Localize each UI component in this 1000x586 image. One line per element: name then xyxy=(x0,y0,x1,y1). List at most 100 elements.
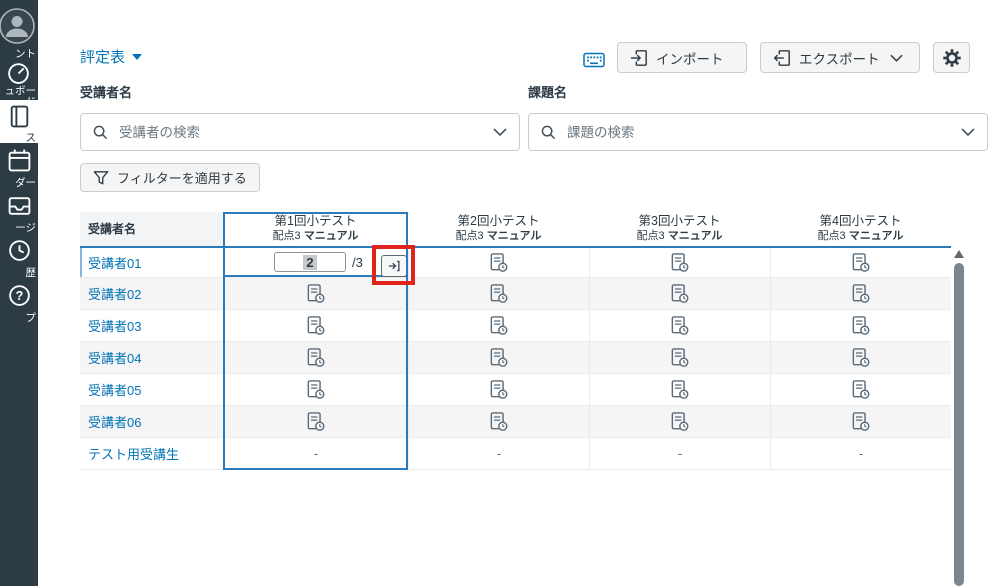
table-row: 受講者06 xyxy=(80,406,951,438)
grade-cell-editing[interactable]: 2 /3 xyxy=(223,245,415,285)
grade-cell[interactable]: - xyxy=(770,438,951,469)
grade-cell[interactable] xyxy=(589,374,770,405)
grade-cell[interactable] xyxy=(408,310,589,341)
grade-cell[interactable] xyxy=(589,310,770,341)
grade-detail-tray-button[interactable] xyxy=(381,255,407,277)
submission-pending-icon xyxy=(307,315,325,336)
grade-cell[interactable] xyxy=(770,248,951,277)
submission-pending-icon xyxy=(307,347,325,368)
gradebook-menu-button[interactable]: 評定表 xyxy=(80,46,143,67)
table-row: 受講者03 xyxy=(80,310,951,342)
student-link[interactable]: 受講者04 xyxy=(80,342,223,373)
vertical-scrollbar xyxy=(954,250,964,586)
grade-cell[interactable] xyxy=(223,310,408,341)
import-button-label: インポート xyxy=(656,51,724,67)
history-icon xyxy=(7,238,32,263)
submission-pending-icon xyxy=(852,347,870,368)
grade-cell[interactable] xyxy=(223,374,408,405)
courses-icon xyxy=(7,104,32,129)
assignment-column-header-3[interactable]: 第3回小テスト 配点3 マニュアル xyxy=(589,212,770,246)
sidebar-item-history[interactable]: 歴 xyxy=(0,235,38,279)
grade-cell[interactable] xyxy=(589,342,770,373)
student-column-header[interactable]: 受講者名 xyxy=(80,212,223,246)
student-link[interactable]: 受講者01 xyxy=(80,248,223,277)
dashboard-icon xyxy=(6,60,31,85)
gear-icon xyxy=(942,48,962,68)
grade-cell[interactable] xyxy=(770,374,951,405)
chevron-down-icon[interactable] xyxy=(493,128,507,136)
student-link[interactable]: 受講者05 xyxy=(80,374,223,405)
apply-filter-button[interactable]: フィルターを適用する xyxy=(80,163,260,192)
grade-cell[interactable] xyxy=(223,406,408,437)
grade-cell[interactable] xyxy=(770,278,951,309)
submission-pending-icon xyxy=(490,411,508,432)
chevron-down-icon xyxy=(890,54,903,62)
submission-pending-icon xyxy=(307,379,325,400)
calendar-icon xyxy=(7,148,32,173)
submission-pending-icon xyxy=(671,252,689,273)
sidebar-item-account[interactable]: ント xyxy=(0,0,38,60)
chevron-down-icon[interactable] xyxy=(961,128,975,136)
export-button[interactable]: エクスポート xyxy=(760,42,920,73)
search-icon xyxy=(93,125,108,140)
grade-cell[interactable]: - xyxy=(223,438,408,469)
sidebar-item-courses[interactable]: ス xyxy=(0,100,38,144)
grade-cell[interactable] xyxy=(589,278,770,309)
gradebook-table: 受講者名 第1回小テスト 配点3 マニュアル 第2回小テスト 配点3 マニュアル… xyxy=(80,212,951,470)
grade-cell[interactable] xyxy=(408,342,589,373)
grade-cell[interactable] xyxy=(589,406,770,437)
sidebar-item-messages[interactable]: ージ xyxy=(0,190,38,234)
submission-pending-icon xyxy=(852,379,870,400)
keyboard-shortcuts-icon[interactable] xyxy=(583,52,605,68)
student-link[interactable]: テスト用受講生 xyxy=(80,438,223,469)
avatar-icon xyxy=(0,8,35,44)
gradebook-menu-label: 評定表 xyxy=(80,49,126,66)
student-link[interactable]: 受講者06 xyxy=(80,406,223,437)
grade-cell[interactable]: - xyxy=(408,438,589,469)
submission-pending-icon xyxy=(671,315,689,336)
sidebar-item-dashboard[interactable]: ュボー ド xyxy=(0,58,38,108)
assignment-column-header-4[interactable]: 第4回小テスト 配点3 マニュアル xyxy=(770,212,951,246)
grade-cell[interactable] xyxy=(223,278,408,309)
grade-cell[interactable] xyxy=(408,374,589,405)
student-search-input[interactable] xyxy=(117,123,484,141)
assignment-search-input[interactable] xyxy=(565,123,952,141)
submission-pending-icon xyxy=(490,379,508,400)
points-possible-label: /3 xyxy=(352,255,363,270)
tray-arrow-icon xyxy=(387,259,401,273)
score-input[interactable]: 2 xyxy=(274,252,346,272)
submission-pending-icon xyxy=(490,347,508,368)
student-name-label: 受講者名 xyxy=(80,85,133,100)
import-button[interactable]: インポート xyxy=(617,42,747,73)
table-row: 受講者05 xyxy=(80,374,951,406)
assignment-name-label: 課題名 xyxy=(528,85,568,100)
submission-pending-icon xyxy=(852,411,870,432)
sidebar-item-label: ージ xyxy=(15,222,36,234)
grade-cell[interactable] xyxy=(770,310,951,341)
sidebar-item-calendar[interactable]: ダー xyxy=(0,145,38,189)
grade-cell[interactable] xyxy=(223,342,408,373)
export-button-label: エクスポート xyxy=(799,51,880,67)
grade-cell[interactable] xyxy=(408,406,589,437)
submission-pending-icon xyxy=(852,283,870,304)
gradebook-settings-button[interactable] xyxy=(933,42,970,73)
submission-pending-icon xyxy=(490,283,508,304)
grade-cell[interactable] xyxy=(589,248,770,277)
student-link[interactable]: 受講者02 xyxy=(80,278,223,309)
sidebar-item-help[interactable]: プ xyxy=(0,280,38,324)
help-icon xyxy=(7,283,32,308)
grade-cell[interactable]: - xyxy=(589,438,770,469)
student-link[interactable]: 受講者03 xyxy=(80,310,223,341)
submission-pending-icon xyxy=(671,283,689,304)
submission-pending-icon xyxy=(671,379,689,400)
submission-pending-icon xyxy=(671,411,689,432)
grade-cell[interactable] xyxy=(770,406,951,437)
grade-cell[interactable] xyxy=(770,342,951,373)
grade-cell[interactable] xyxy=(408,278,589,309)
scroll-up-arrow[interactable] xyxy=(954,250,964,258)
assignment-column-header-2[interactable]: 第2回小テスト 配点3 マニュアル xyxy=(408,212,589,246)
scrollbar-thumb[interactable] xyxy=(954,263,964,586)
assignment-column-header-1[interactable]: 第1回小テスト 配点3 マニュアル xyxy=(223,212,408,246)
grade-cell[interactable] xyxy=(408,248,589,277)
sidebar-item-label: ス xyxy=(25,132,37,144)
